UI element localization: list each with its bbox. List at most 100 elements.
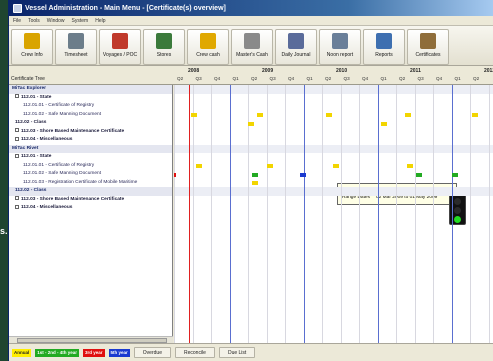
certificate-due-marker[interactable] [266,164,273,168]
certificate-due-marker[interactable] [190,113,197,117]
grid-row-band [174,85,493,94]
certificate-due-marker[interactable] [407,164,414,168]
certificate-due-marker[interactable] [333,164,340,168]
app-icon [13,3,22,13]
tree-header: Certificate Tree [11,76,45,82]
menu-item-help[interactable]: Help [95,18,105,24]
cash-icon [200,33,216,49]
quarter-label: Q2 [473,76,480,81]
quarter-label: Q3 [417,76,424,81]
certificate-due-marker[interactable] [174,172,177,177]
crew-icon [24,33,40,49]
grid-quarter-line [285,85,286,343]
tree-row[interactable]: 112.02 - Class [9,187,172,196]
grid-quarter-line [211,85,212,343]
toolbar-button-master-s-cash[interactable]: Master's Cash [231,29,273,65]
grid-quarter-line [414,85,416,343]
tree-row[interactable]: MiTac Explorer [9,85,172,94]
toolbar-button-daily-journal[interactable]: Daily Journal [275,29,317,65]
certificate-due-marker[interactable] [451,172,458,177]
menu-item-system[interactable]: System [72,18,89,24]
grid-quarter-line [192,85,194,343]
timeline-grid[interactable]: Due Date01 Apr 2009 Range Dates02 Mar 20… [174,85,493,343]
traffic-lamp-green [454,216,461,223]
traffic-lamp-amber [454,207,461,214]
tree-row-label: 112.03 - Shore Based Maintenance Certifi… [21,128,125,134]
menu-item-file[interactable]: File [13,18,21,24]
tree-row[interactable]: 112.03 - Shore Based Maintenance Certifi… [9,196,172,205]
tree-row-label: 112.01.02 - Safe Manning Document [23,171,102,176]
certificate-due-marker[interactable] [471,113,478,117]
grid-quarter-line [322,85,323,343]
toolbar-button-stores[interactable]: Stores [143,29,185,65]
timeline-header: 2008 2009 2010 2011 2012 Q2 Q3 Q4 Q1 Q2 Q3 Q4 Q1 Q2 Q3… [174,67,493,85]
toolbar-button-crew-info[interactable]: Crew Info [11,29,53,65]
quarter-label: Q4 [436,76,443,81]
timesheet-icon [68,33,84,49]
expand-toggle-icon[interactable] [15,204,19,209]
status-bar: Annual 1st - 2nd - 4th year 3rd year 5th ye… [9,343,493,361]
certificate-due-marker[interactable] [405,113,412,117]
quarter-label: Q3 [195,76,202,81]
year-label: 2011 [410,68,421,74]
tree-row-label: 112.04 - Miscellaneous [21,137,73,142]
toolbar: Crew Info Timesheet Voyages / POC Stores Cre… [9,26,493,66]
grid-quarter-line [340,85,342,343]
certificate-due-marker[interactable] [299,172,306,177]
tree-row-label: 112.01.02 - Safe Manning Document [23,111,102,117]
toolbar-button-certificates[interactable]: Certificates [407,29,449,65]
tree-row[interactable]: 112.01.02 - Safe Manning Document [9,111,172,120]
toolbar-button-timesheet[interactable]: Timesheet [55,29,97,65]
tree-row[interactable]: 112.01 - State [9,153,172,162]
certificate-due-marker[interactable] [257,113,264,117]
grid-quarter-line [488,85,490,343]
certificate-due-marker[interactable] [196,164,203,168]
due-list-button[interactable]: Due List [218,347,256,358]
certificate-tree[interactable]: MiTac Explorer 112.01 - State 112.01.01 - … [9,85,173,336]
expand-toggle-icon[interactable] [15,94,19,99]
tree-row[interactable]: 112.04 - Miscellaneous [9,136,172,145]
certificate-due-marker[interactable] [251,172,258,177]
tree-row-label: 112.01.03 - Registration Certificate of … [23,179,138,185]
expand-toggle-icon[interactable] [15,153,19,158]
certificate-due-marker[interactable] [248,121,254,126]
toolbar-label: Timesheet [64,52,88,58]
quarter-label: Q2 [251,76,258,81]
side-label: s. [0,226,8,236]
reconcile-button[interactable]: Reconcile [174,347,215,358]
grid-quarter-line [266,85,268,343]
toolbar-button-voyages-poc[interactable]: Voyages / POC [99,29,141,65]
year-label: 2009 [262,68,274,74]
certificate-due-marker[interactable] [416,172,423,177]
tree-row-label: 112.02 - Class [15,188,47,193]
menu-item-window[interactable]: Window [47,18,65,24]
tree-row-label: 112.01 - State [21,94,52,100]
tree-row[interactable]: 112.04 - Miscellaneous [9,204,172,213]
overdue-button[interactable]: Overdue [133,347,171,358]
certificate-due-marker[interactable] [325,113,332,117]
toolbar-button-noon-report[interactable]: Noon report [319,29,361,65]
menu-item-tools[interactable]: Tools [28,18,40,24]
tree-row[interactable]: 112.01.01 - Certificate of Registry [9,102,172,111]
expand-toggle-icon[interactable] [15,136,19,141]
tree-row[interactable]: 112.02 - Class [9,119,172,128]
certificate-due-marker[interactable] [381,121,388,126]
toolbar-button-crew-cash[interactable]: Crew cash [187,29,229,65]
tree-row[interactable]: MiTac Rivet [9,144,172,153]
tree-row[interactable]: 112.03 - Shore Based Maintenance Certifi… [9,128,172,137]
toolbar-button-reports[interactable]: Reports [363,29,405,65]
grid-year-line [451,85,453,343]
quarter-label: Q1 [380,76,387,81]
title-bar: Vessel Administration - Main Menu - [Cer… [9,0,493,16]
tree-row[interactable]: 112.01.02 - Safe Manning Document [9,170,172,179]
certificate-due-marker[interactable] [251,181,258,185]
grid-quarter-line [433,85,434,343]
app-window: Vessel Administration - Main Menu - [Cer… [8,0,493,361]
year-label: 2012 [484,68,493,74]
tree-row[interactable]: 112.01.01 - Certificate of Registry [9,162,172,171]
expand-toggle-icon[interactable] [15,128,19,133]
tree-row[interactable]: 112.01.03 - Registration Certificate of … [9,179,172,188]
tree-row[interactable]: 112.01 - State [9,94,172,103]
expand-toggle-icon[interactable] [15,196,19,201]
horizontal-scrollbar[interactable] [9,336,173,343]
